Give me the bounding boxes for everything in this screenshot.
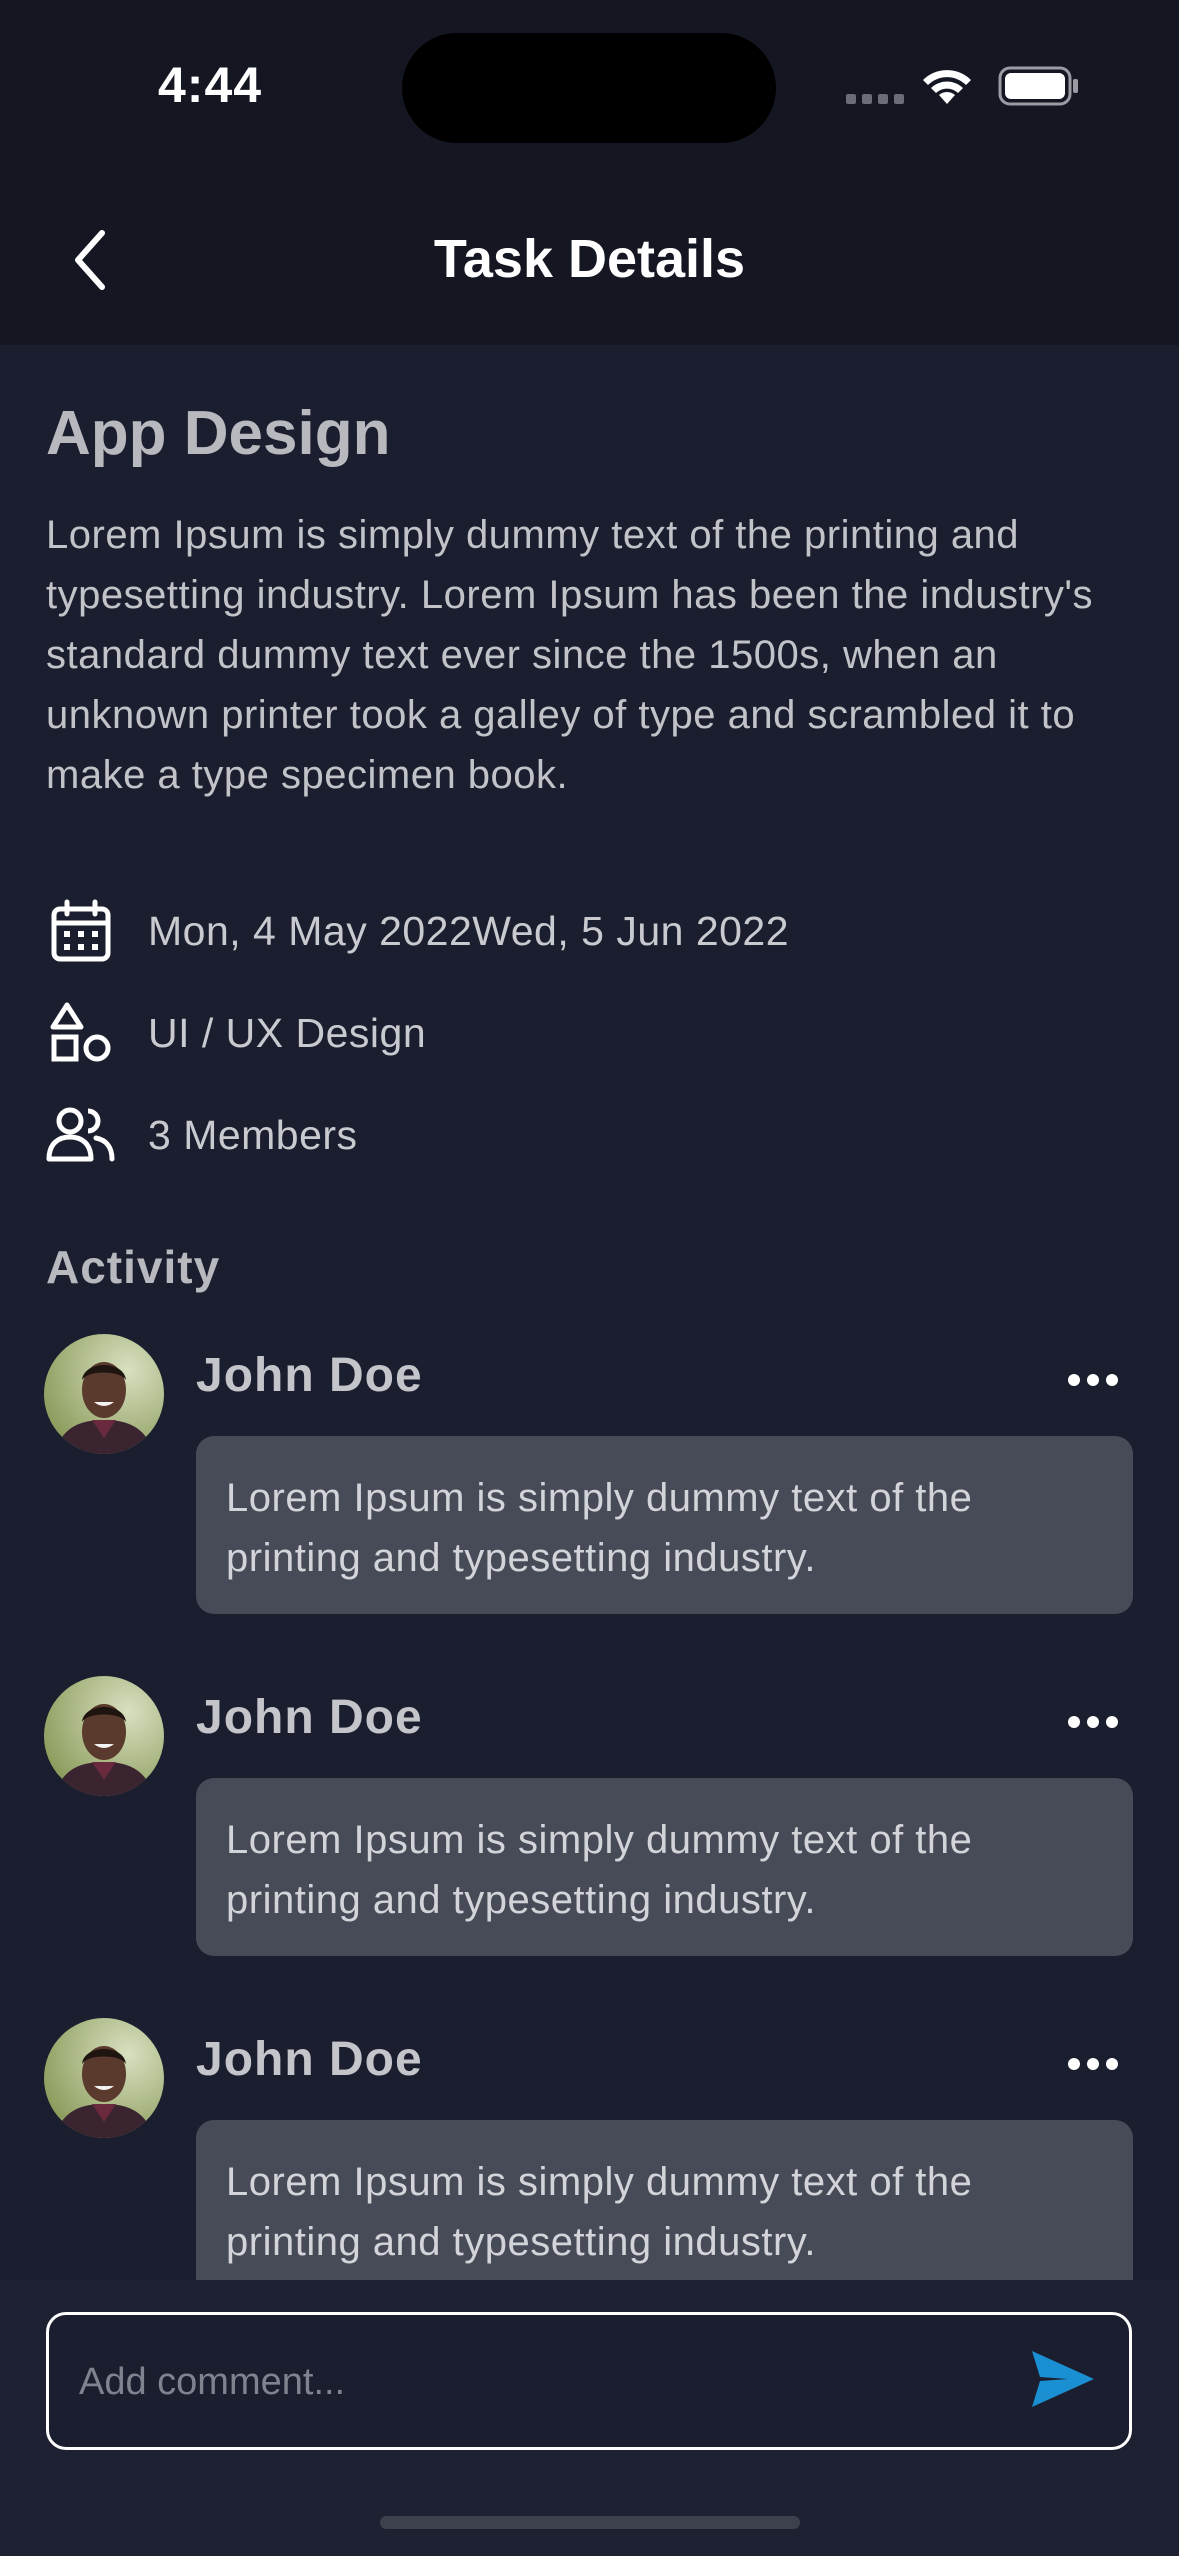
comment-author: John Doe [196, 1349, 423, 1402]
shapes-icon [46, 998, 116, 1068]
more-options-button[interactable] [1068, 1716, 1118, 1728]
members-icon [46, 1100, 116, 1170]
task-dates: Mon, 4 May 2022Wed, 5 Jun 2022 [148, 907, 790, 954]
send-button[interactable] [1028, 2347, 1098, 2411]
battery-icon [998, 66, 1078, 106]
task-members: 3 Members [148, 1111, 358, 1158]
comment-input-container [46, 2312, 1132, 2450]
status-time: 4:44 [158, 57, 263, 113]
task-title: App Design [46, 399, 391, 468]
send-icon [1032, 2351, 1094, 2407]
more-options-button[interactable] [1068, 1374, 1118, 1386]
comment-author: John Doe [196, 2033, 423, 2086]
more-options-button[interactable] [1068, 2058, 1118, 2070]
members-row: 3 Members [46, 1100, 358, 1170]
comment-input[interactable] [77, 2315, 1021, 2449]
task-category: UI / UX Design [148, 1009, 427, 1056]
avatar[interactable] [44, 1334, 164, 1454]
category-row: UI / UX Design [46, 998, 426, 1068]
dynamic-island [402, 33, 776, 143]
task-description: Lorem Ipsum is simply dummy text of the … [46, 513, 1094, 797]
calendar-icon [46, 896, 116, 966]
home-indicator [380, 2516, 800, 2529]
wifi-icon [923, 70, 971, 104]
page-title: Task Details [433, 229, 746, 289]
avatar[interactable] [44, 1676, 164, 1796]
comment-text: Lorem Ipsum is simply dummy text of the … [196, 2120, 1133, 2298]
comment-text: Lorem Ipsum is simply dummy text of the … [196, 1778, 1133, 1956]
activity-heading: Activity [46, 1241, 221, 1293]
comment-author: John Doe [196, 1691, 423, 1744]
signal-icon [846, 94, 904, 104]
avatar[interactable] [44, 2018, 164, 2138]
date-row: Mon, 4 May 2022Wed, 5 Jun 2022 [46, 896, 789, 966]
comment-text: Lorem Ipsum is simply dummy text of the … [196, 1436, 1133, 1614]
